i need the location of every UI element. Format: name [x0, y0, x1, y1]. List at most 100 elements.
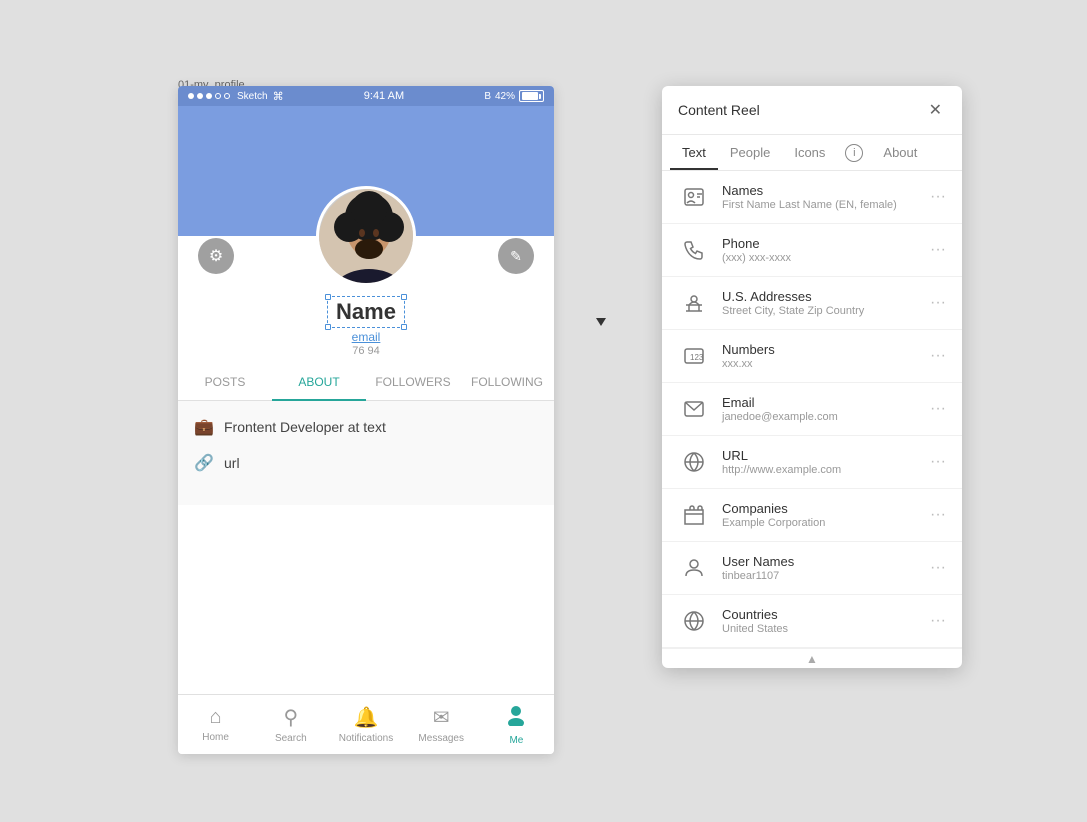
phone-more[interactable]: ···: [930, 241, 946, 259]
numbers-subtitle: xxx.xx: [722, 358, 918, 370]
status-left: Sketch ⌘: [188, 90, 284, 103]
phone-icon: [678, 234, 710, 266]
status-time: 9:41 AM: [364, 90, 404, 102]
about-content: 💼 Frontent Developer at text 🔗 url: [178, 401, 554, 505]
phone-text: Phone (xxx) xxx-xxxx: [722, 236, 918, 264]
gear-icon: ⚙: [209, 246, 223, 266]
usernames-subtitle: tinbear1107: [722, 570, 918, 582]
address-title: U.S. Addresses: [722, 289, 918, 304]
list-item[interactable]: 123 Numbers xxx.xx ···: [662, 330, 962, 383]
email-icon: [678, 393, 710, 425]
list-item[interactable]: U.S. Addresses Street City, State Zip Co…: [662, 277, 962, 330]
names-subtitle: First Name Last Name (EN, female): [722, 199, 918, 211]
bluetooth-icon: B: [484, 91, 491, 102]
tab-about[interactable]: About: [871, 135, 929, 170]
briefcase-icon: 💼: [194, 417, 214, 437]
companies-text: Companies Example Corporation: [722, 501, 918, 529]
about-job-text: Frontent Developer at text: [224, 419, 386, 435]
url-icon: [678, 446, 710, 478]
nav-home[interactable]: ⌂ Home: [178, 706, 253, 743]
list-item[interactable]: Companies Example Corporation ···: [662, 489, 962, 542]
companies-more[interactable]: ···: [930, 506, 946, 524]
address-more[interactable]: ···: [930, 294, 946, 312]
tab-people[interactable]: People: [718, 135, 782, 170]
list-item[interactable]: Phone (xxx) xxx-xxxx ···: [662, 224, 962, 277]
names-more[interactable]: ···: [930, 188, 946, 206]
close-button[interactable]: ✕: [925, 98, 946, 122]
collapse-icon[interactable]: ▲: [806, 652, 818, 666]
address-icon: [678, 287, 710, 319]
status-bar: Sketch ⌘ 9:41 AM B 42%: [178, 86, 554, 106]
nav-messages[interactable]: ✉ Messages: [404, 705, 479, 744]
list-item[interactable]: User Names tinbear1107 ···: [662, 542, 962, 595]
tab-icons[interactable]: Icons: [782, 135, 837, 170]
usernames-text: User Names tinbear1107: [722, 554, 918, 582]
profile-name-section: Name email 76 94: [178, 296, 554, 357]
me-icon: [505, 704, 527, 732]
cursor: [596, 318, 606, 326]
names-title: Names: [722, 183, 918, 198]
tab-followers[interactable]: FOLLOWERS: [366, 365, 460, 400]
about-url[interactable]: 🔗 url: [194, 453, 538, 473]
list-item[interactable]: Names First Name Last Name (EN, female) …: [662, 171, 962, 224]
panel-title: Content Reel: [678, 102, 760, 118]
numbers-title: Numbers: [722, 342, 918, 357]
about-job: 💼 Frontent Developer at text: [194, 417, 538, 437]
address-text: U.S. Addresses Street City, State Zip Co…: [722, 289, 918, 317]
tab-following[interactable]: FOLLOWING: [460, 365, 554, 400]
nav-search[interactable]: ⚲ Search: [253, 705, 328, 744]
nav-notifications-label: Notifications: [339, 733, 393, 744]
companies-subtitle: Example Corporation: [722, 517, 918, 529]
list-item[interactable]: URL http://www.example.com ···: [662, 436, 962, 489]
list-item[interactable]: Email janedoe@example.com ···: [662, 383, 962, 436]
tab-info[interactable]: i: [845, 144, 863, 162]
signal-dot-4: [215, 93, 221, 99]
companies-title: Companies: [722, 501, 918, 516]
tab-posts[interactable]: POSTS: [178, 365, 272, 400]
address-subtitle: Street City, State Zip Country: [722, 305, 918, 317]
profile-email[interactable]: email: [188, 330, 544, 344]
list-item[interactable]: Countries United States ···: [662, 595, 962, 648]
battery-pct: 42%: [495, 91, 515, 102]
panel-list: Names First Name Last Name (EN, female) …: [662, 171, 962, 648]
avatar: [316, 186, 416, 286]
usernames-more[interactable]: ···: [930, 559, 946, 577]
panel-tabs: Text People Icons i About: [662, 135, 962, 171]
numbers-more[interactable]: ···: [930, 347, 946, 365]
tab-about[interactable]: ABOUT: [272, 365, 366, 401]
url-subtitle: http://www.example.com: [722, 464, 918, 476]
settings-button[interactable]: ⚙: [198, 238, 234, 274]
profile-name: Name: [336, 299, 396, 324]
numbers-text: Numbers xxx.xx: [722, 342, 918, 370]
svg-text:123: 123: [690, 353, 704, 362]
nav-messages-label: Messages: [418, 733, 464, 744]
names-text: Names First Name Last Name (EN, female): [722, 183, 918, 211]
signal-dot-3: [206, 93, 212, 99]
signal-dot-1: [188, 93, 194, 99]
nav-notifications[interactable]: 🔔 Notifications: [328, 705, 403, 744]
nav-me[interactable]: Me: [479, 704, 554, 746]
battery-icon: [519, 90, 544, 102]
url-title: URL: [722, 448, 918, 463]
bell-icon: 🔔: [354, 705, 379, 730]
usernames-icon: [678, 552, 710, 584]
url-more[interactable]: ···: [930, 453, 946, 471]
email-more[interactable]: ···: [930, 400, 946, 418]
email-title: Email: [722, 395, 918, 410]
status-right: B 42%: [484, 90, 544, 102]
handle-bl: [325, 324, 331, 330]
nav-search-label: Search: [275, 733, 307, 744]
profile-name-box[interactable]: Name: [327, 296, 405, 328]
countries-more[interactable]: ···: [930, 612, 946, 630]
panel-header: Content Reel ✕: [662, 86, 962, 135]
avatar-image: [319, 189, 416, 286]
countries-subtitle: United States: [722, 623, 918, 635]
messages-icon: ✉: [433, 705, 450, 730]
link-icon: 🔗: [194, 453, 214, 473]
email-text: Email janedoe@example.com: [722, 395, 918, 423]
edit-icon: ✎: [510, 248, 522, 265]
edit-button[interactable]: ✎: [498, 238, 534, 274]
home-icon: ⌂: [210, 706, 222, 729]
tab-text[interactable]: Text: [670, 135, 718, 170]
profile-stats: 76 94: [188, 345, 544, 357]
